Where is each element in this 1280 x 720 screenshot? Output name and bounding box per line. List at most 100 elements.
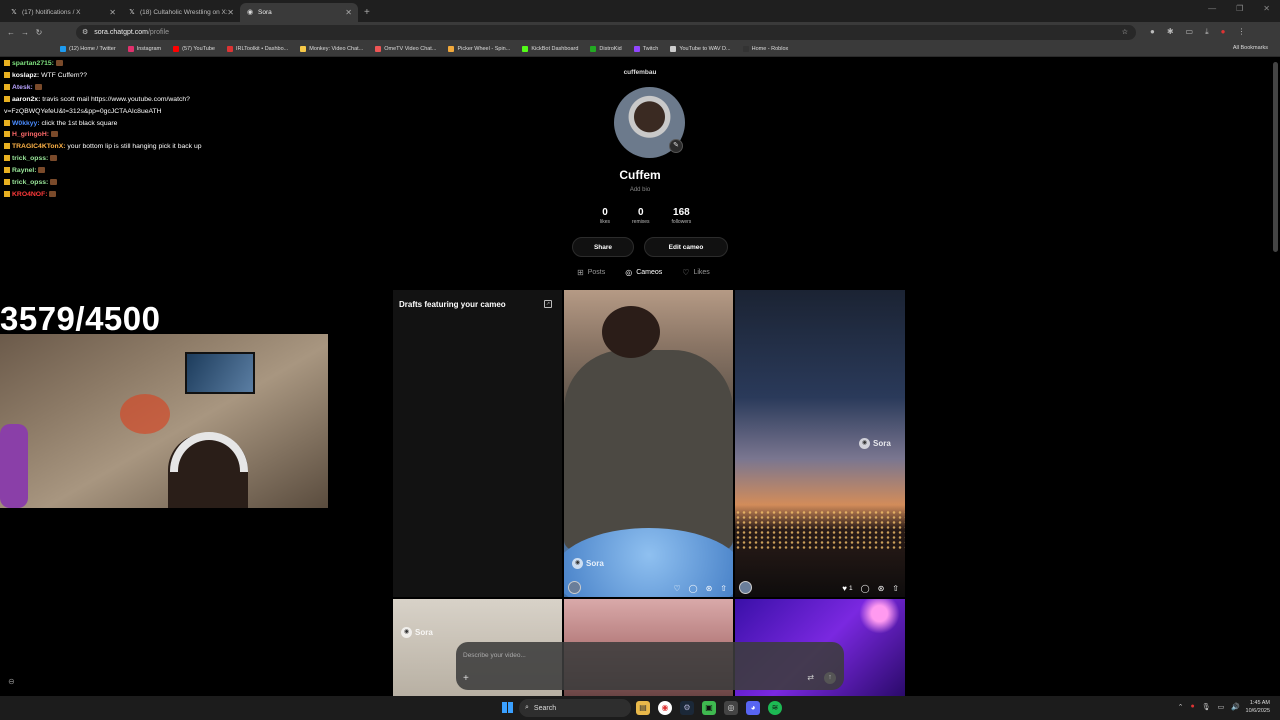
bookmark-label: YouTube to WAV D...: [679, 46, 731, 52]
file-explorer-icon[interactable]: ▤: [636, 701, 650, 715]
bookmark-star-icon[interactable]: ☆: [1122, 28, 1128, 36]
bookmark-item[interactable]: IRLToolkit • Dashbo...: [226, 46, 288, 52]
bookmark-item[interactable]: OmeTV Video Chat...: [375, 46, 436, 52]
bookmark-item[interactable]: Twitch: [633, 46, 658, 52]
bookmark-item[interactable]: Monkey: Video Chat...: [300, 46, 363, 52]
creator-avatar[interactable]: [568, 581, 581, 594]
forward-icon[interactable]: →: [18, 28, 32, 37]
minimize-icon[interactable]: —: [1208, 4, 1216, 13]
clock-date: 10/6/2025: [1245, 708, 1270, 714]
video-tile[interactable]: ◉ Sora ♡ ◯ ⊛ ⇧: [564, 290, 733, 597]
chat-username[interactable]: KRO4NOF:: [12, 191, 48, 198]
close-tab-icon[interactable]: ✕: [345, 8, 352, 17]
bookmark-label: Instagram: [136, 46, 162, 52]
taskbar-search[interactable]: ⌕ Search: [519, 699, 631, 717]
page-scrollbar[interactable]: [1273, 62, 1278, 252]
close-window-icon[interactable]: ✕: [1263, 4, 1270, 13]
url-field[interactable]: ⚙ sora.chatgpt.com /profile ☆: [76, 24, 1136, 40]
maximize-icon[interactable]: ❐: [1236, 4, 1243, 13]
spotify-icon[interactable]: ≋: [768, 701, 782, 715]
share-icon[interactable]: ⇧: [720, 584, 727, 593]
windows-taskbar: ⌕ Search ▤ ◉ ⚙ ▣ ◎ ◕ ≋ ⌃ ● 🎙 ▭ 🔊 1:45 AM…: [0, 696, 1280, 720]
app-icon[interactable]: ▣: [702, 701, 716, 715]
browser-tab-cultaholic[interactable]: 𝕏 (18) Cultaholic Wrestling on X: ✕: [122, 3, 240, 22]
sidepanel-icon[interactable]: ▭: [1186, 27, 1194, 37]
bookmark-item[interactable]: KickBot Dashboard: [522, 46, 578, 52]
chat-username[interactable]: Raynel:: [12, 167, 37, 174]
bookmark-item[interactable]: Instagram: [127, 46, 162, 52]
chat-username[interactable]: H_gringoH:: [12, 131, 49, 138]
creator-avatar[interactable]: [739, 581, 752, 594]
edit-cameo-button[interactable]: Edit cameo: [644, 237, 728, 257]
help-circle-icon[interactable]: ⊖: [8, 677, 15, 686]
bookmark-item[interactable]: Picker Wheel - Spin...: [448, 46, 510, 52]
chat-message: trick_opss:: [4, 177, 244, 189]
browser-tab-notifications[interactable]: 𝕏 (17) Notifications / X ✕: [4, 3, 122, 22]
video-tile[interactable]: ◉ Sora ♥ 1 ◯ ⊛ ⇧: [735, 290, 905, 597]
profile-avatar[interactable]: ✎: [614, 87, 685, 158]
search-icon: ⌕: [525, 704, 529, 711]
chat-message: v=FzQBWQYefeU&t=312s&pp=0gcJCTAAIc8ueATH: [4, 106, 244, 118]
windows-start-icon[interactable]: [502, 702, 513, 713]
discord-icon[interactable]: ◕: [746, 701, 760, 715]
volume-icon[interactable]: 🔊: [1231, 703, 1240, 711]
extensions-puzzle-icon[interactable]: ✱: [1167, 27, 1174, 37]
chat-username[interactable]: spartan2715:: [12, 60, 54, 67]
steam-icon[interactable]: ⚙: [680, 701, 694, 715]
tab-posts[interactable]: ⊞ Posts: [577, 268, 605, 277]
chat-username[interactable]: Atesk:: [12, 84, 33, 91]
close-tab-icon[interactable]: ✕: [109, 8, 116, 17]
prompt-input[interactable]: Describe your video...: [463, 652, 526, 659]
tray-app-icon[interactable]: ●: [1191, 703, 1195, 711]
back-icon[interactable]: ←: [4, 28, 18, 37]
stat-followers[interactable]: 168 followers: [672, 207, 692, 225]
mic-icon[interactable]: 🎙: [1202, 703, 1211, 711]
profile-avatar-icon[interactable]: ●: [1221, 27, 1226, 37]
extension-icon[interactable]: ●: [1150, 27, 1155, 37]
chat-username[interactable]: aaron2x:: [12, 96, 40, 103]
share-button[interactable]: Share: [572, 237, 634, 257]
chat-username[interactable]: koslapz:: [12, 72, 39, 79]
downloads-icon[interactable]: ⤓: [1205, 27, 1209, 37]
app-icon[interactable]: ◎: [724, 701, 738, 715]
comment-icon[interactable]: ◯: [861, 584, 870, 593]
chat-username[interactable]: W0kkyy:: [12, 120, 40, 127]
add-attachment-icon[interactable]: +: [463, 673, 469, 684]
send-arrow-icon[interactable]: ↑: [824, 672, 836, 684]
prompt-composer[interactable]: Describe your video... + ⇄ ↑: [456, 642, 844, 690]
chat-message: KRO4NOF:: [4, 189, 244, 201]
edit-avatar-icon[interactable]: ✎: [669, 139, 683, 153]
bookmark-label: (57) YouTube: [182, 46, 215, 52]
chrome-icon[interactable]: ◉: [658, 701, 672, 715]
chat-username[interactable]: trick_opss:: [12, 155, 48, 162]
like-icon[interactable]: ♥: [842, 584, 847, 593]
browser-tab-sora[interactable]: ◉ Sora ✕: [240, 3, 358, 22]
remix-icon[interactable]: ⊛: [706, 584, 713, 593]
tray-chevron-icon[interactable]: ⌃: [1178, 703, 1184, 711]
chat-username[interactable]: TRAGIC4KTonX:: [12, 143, 66, 150]
chat-username[interactable]: trick_opss:: [12, 179, 48, 186]
bookmark-item[interactable]: (12) Home / Twitter: [60, 46, 116, 52]
site-info-icon[interactable]: ⚙: [82, 28, 88, 36]
menu-dots-icon[interactable]: ⋮: [1238, 27, 1246, 37]
new-tab-button[interactable]: +: [364, 3, 370, 22]
bookmark-item[interactable]: YouTube to WAV D...: [670, 46, 731, 52]
bookmark-favicon-icon: [226, 46, 233, 52]
tab-cameos[interactable]: ◎ Cameos: [625, 268, 662, 277]
drafts-tile[interactable]: Drafts featuring your cameo ↗: [393, 290, 562, 597]
display-icon[interactable]: ▭: [1218, 703, 1225, 711]
like-icon[interactable]: ♡: [673, 584, 680, 593]
share-icon[interactable]: ⇧: [892, 584, 899, 593]
bookmark-item[interactable]: Home - Roblox: [742, 46, 788, 52]
reload-icon[interactable]: ↻: [32, 28, 46, 37]
open-drafts-icon[interactable]: ↗: [544, 300, 552, 308]
remix-icon[interactable]: ⊛: [878, 584, 885, 593]
all-bookmarks-button[interactable]: All Bookmarks: [1233, 45, 1268, 51]
bookmark-item[interactable]: DistroKid: [590, 46, 622, 52]
bookmark-item[interactable]: (57) YouTube: [173, 46, 215, 52]
settings-sliders-icon[interactable]: ⇄: [807, 673, 814, 682]
tab-likes[interactable]: ♡ Likes: [682, 268, 710, 277]
comment-icon[interactable]: ◯: [689, 584, 698, 593]
close-tab-icon[interactable]: ✕: [227, 8, 234, 17]
taskbar-clock[interactable]: 1:45 AM 10/6/2025: [1246, 699, 1270, 715]
